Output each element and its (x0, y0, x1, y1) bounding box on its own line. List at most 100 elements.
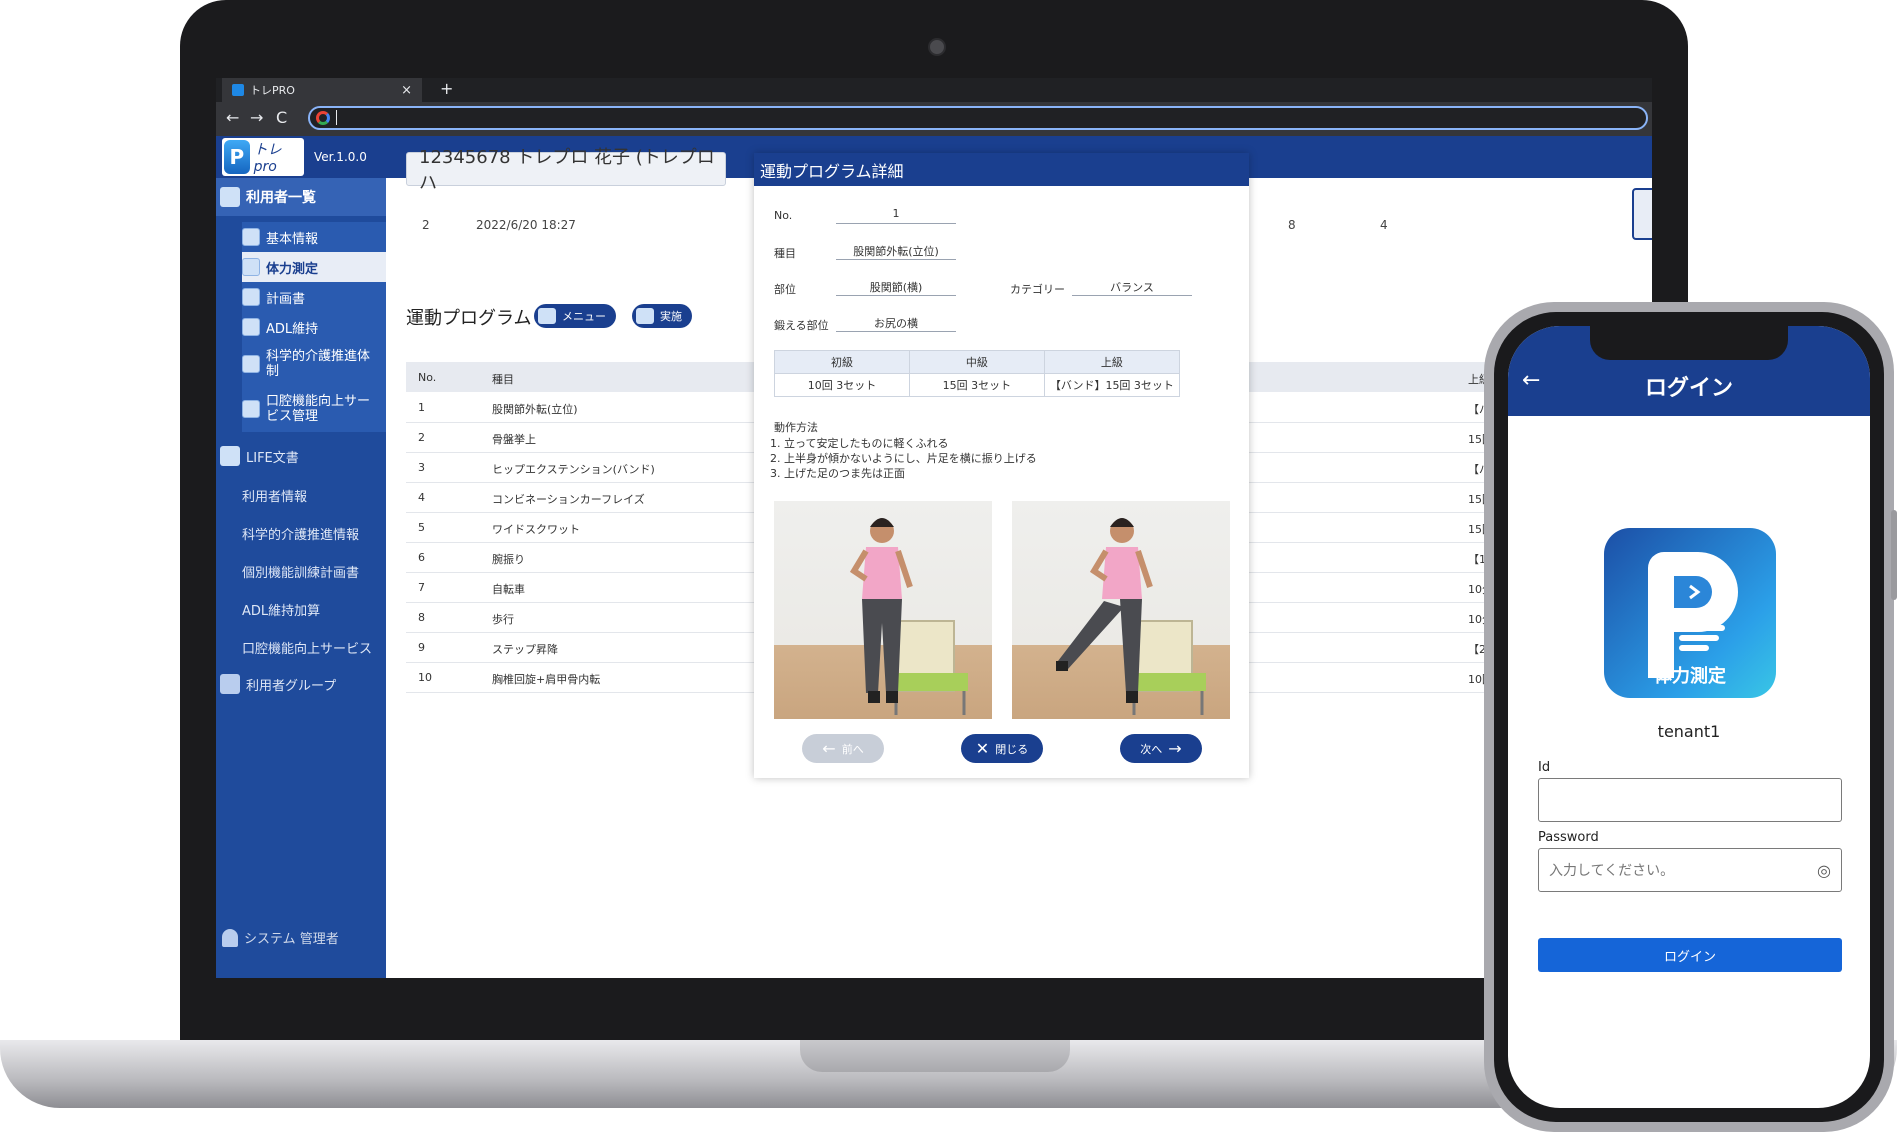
record-date: 2022/6/20 18:27 (476, 218, 576, 232)
new-tab-button[interactable]: + (440, 79, 453, 98)
sidebar-item-oral-function[interactable]: 口腔機能向上サービス管理 (242, 386, 386, 432)
close-button[interactable]: ✕ 閉じる (961, 734, 1043, 763)
sidebar-item-adl[interactable]: ADL維持 (242, 312, 386, 342)
login-title: ログイン (1644, 376, 1733, 401)
item-label: 種目 (774, 247, 796, 260)
sidebar-item-user-list[interactable]: 利用者一覧 (216, 178, 386, 216)
password-label: Password (1538, 830, 1599, 845)
logo-text: トレpro (253, 142, 282, 175)
sidebar-item-science-info[interactable]: 科学的介護推進情報 (216, 524, 386, 543)
row-exercise-name: 胸椎回旋+肩甲骨内転 (492, 673, 601, 686)
life-doc-icon (242, 288, 260, 306)
row-exercise-name: コンビネーションカーフレイズ (492, 493, 645, 506)
implementation-button[interactable]: 実施 (632, 304, 692, 328)
row-exercise-name: 骨盤挙上 (492, 433, 536, 446)
menu-button[interactable]: メニュー (534, 304, 616, 328)
sidebar-item-user-group[interactable]: 利用者グループ (216, 672, 386, 696)
train-part-label: 鍛える部位 (774, 319, 829, 332)
tab-close-icon[interactable]: × (401, 83, 412, 98)
sidebar-item-science-care[interactable]: 科学的介護推進体制 (242, 342, 386, 386)
record-value: 8 (1288, 218, 1296, 232)
life-doc-icon (220, 446, 240, 466)
favicon-icon (232, 84, 244, 96)
user-name-box: 12345678 トレプロ 花子 (トレプロ ハ (406, 147, 726, 194)
admin-user-icon (222, 928, 238, 947)
laptop-screen: トレPRO × + ← → C P トレpro Ver.1.0.0 利用者一覧 … (216, 78, 1652, 978)
login-header: ← ログイン (1508, 326, 1870, 416)
leg-raise-woman-illustration (1056, 518, 1206, 715)
row-exercise-name: 歩行 (492, 613, 514, 626)
row-exercise-name: ステップ昇降 (492, 643, 558, 656)
part-label: 部位 (774, 283, 796, 296)
level-intermediate-header: 中級 (908, 350, 1045, 374)
row-no: 3 (418, 461, 425, 474)
prev-button[interactable]: ← 前へ (802, 734, 884, 763)
exercise-photo-start (774, 501, 992, 719)
phone-screen: ← ログイン 体力測定 tenant1 Id Password 入力してください… (1508, 326, 1870, 1108)
train-part-value: お尻の横 (836, 315, 956, 332)
category-label: カテゴリー (1010, 283, 1065, 296)
row-no: 8 (418, 611, 425, 624)
row-no: 2 (418, 431, 425, 444)
browser-tab[interactable]: トレPRO × (222, 78, 422, 102)
close-icon: ✕ (975, 739, 990, 758)
sidebar-item-adl-bonus[interactable]: ADL維持加算 (216, 600, 386, 619)
item-value: 股関節外転(立位) (836, 243, 956, 260)
text-cursor (336, 110, 337, 125)
life-doc-icon (242, 318, 260, 336)
method-step: 3. 上げた足のつま先は正面 (770, 467, 905, 480)
arrow-right-icon: → (1168, 739, 1182, 758)
row-exercise-name: 股関節外転(立位) (492, 403, 578, 416)
exercise-photo-end (1012, 501, 1230, 719)
sidebar-item-basic-info[interactable]: 基本情報 (242, 222, 386, 252)
login-button[interactable]: ログイン (1538, 938, 1842, 972)
row-no: 1 (418, 401, 425, 414)
tenant-name: tenant1 (1657, 722, 1721, 741)
row-exercise-name: 自転車 (492, 583, 525, 596)
person-card-icon (242, 228, 260, 246)
sidebar-item-user-info[interactable]: 利用者情報 (216, 486, 386, 505)
forward-arrow-icon[interactable]: → (250, 108, 263, 127)
google-icon (316, 111, 330, 125)
browser-tab-bar: トレPRO × + (216, 78, 1652, 102)
eye-off-icon[interactable]: ◎ (1817, 861, 1831, 880)
row-no: 10 (418, 671, 432, 684)
level-table: 初級 中級 上級 10回 3セット 15回 3セット 【バンド】15回 3セット (774, 350, 1181, 397)
column-no: No. (418, 371, 437, 384)
app-logo[interactable]: P トレpro (222, 138, 304, 176)
part-value: 股関節(横) (836, 279, 956, 296)
id-input[interactable] (1538, 778, 1842, 822)
phone-notch (1590, 326, 1788, 360)
record-no: 2 (422, 218, 430, 232)
level-advanced-value: 【バンド】15回 3セット (1043, 373, 1181, 397)
address-bar-input[interactable] (308, 106, 1648, 130)
browser-toolbar: ← → C (216, 102, 1652, 136)
sidebar-item-fitness-test[interactable]: 体力測定 (242, 252, 386, 282)
sidebar-item-oral-service[interactable]: 口腔機能向上サービス (216, 638, 386, 657)
modal-title: 運動プログラム詳細 (754, 153, 1249, 186)
password-placeholder: 入力してください。 (1549, 863, 1675, 879)
group-icon (220, 674, 240, 694)
printer-icon (636, 308, 654, 324)
sidebar-item-plan[interactable]: 計画書 (242, 282, 386, 312)
sidebar-item-training-plan[interactable]: 個別機能訓練計画書 (216, 562, 386, 581)
arrow-left-icon: ← (822, 739, 836, 758)
printer-icon (538, 308, 556, 324)
side-action-button[interactable] (1632, 188, 1652, 240)
fitness-app-icon: 体力測定 (1604, 528, 1776, 698)
back-arrow-icon[interactable]: ← (226, 108, 239, 127)
row-no: 4 (418, 491, 425, 504)
record-value: 4 (1380, 218, 1388, 232)
row-no: 6 (418, 551, 425, 564)
system-admin-user[interactable]: システム 管理者 (216, 928, 339, 947)
tab-title: トレPRO (250, 84, 295, 97)
reload-icon[interactable]: C (276, 108, 287, 127)
password-input[interactable]: 入力してください。 ◎ (1538, 848, 1842, 892)
sidebar-item-life-docs[interactable]: LIFE文書 (216, 444, 386, 468)
no-label: No. (774, 209, 793, 222)
user-icon (220, 187, 240, 207)
next-button[interactable]: 次へ → (1120, 734, 1202, 763)
row-exercise-name: ヒップエクステンション(バンド) (492, 463, 655, 476)
id-label: Id (1538, 760, 1551, 775)
row-no: 7 (418, 581, 425, 594)
